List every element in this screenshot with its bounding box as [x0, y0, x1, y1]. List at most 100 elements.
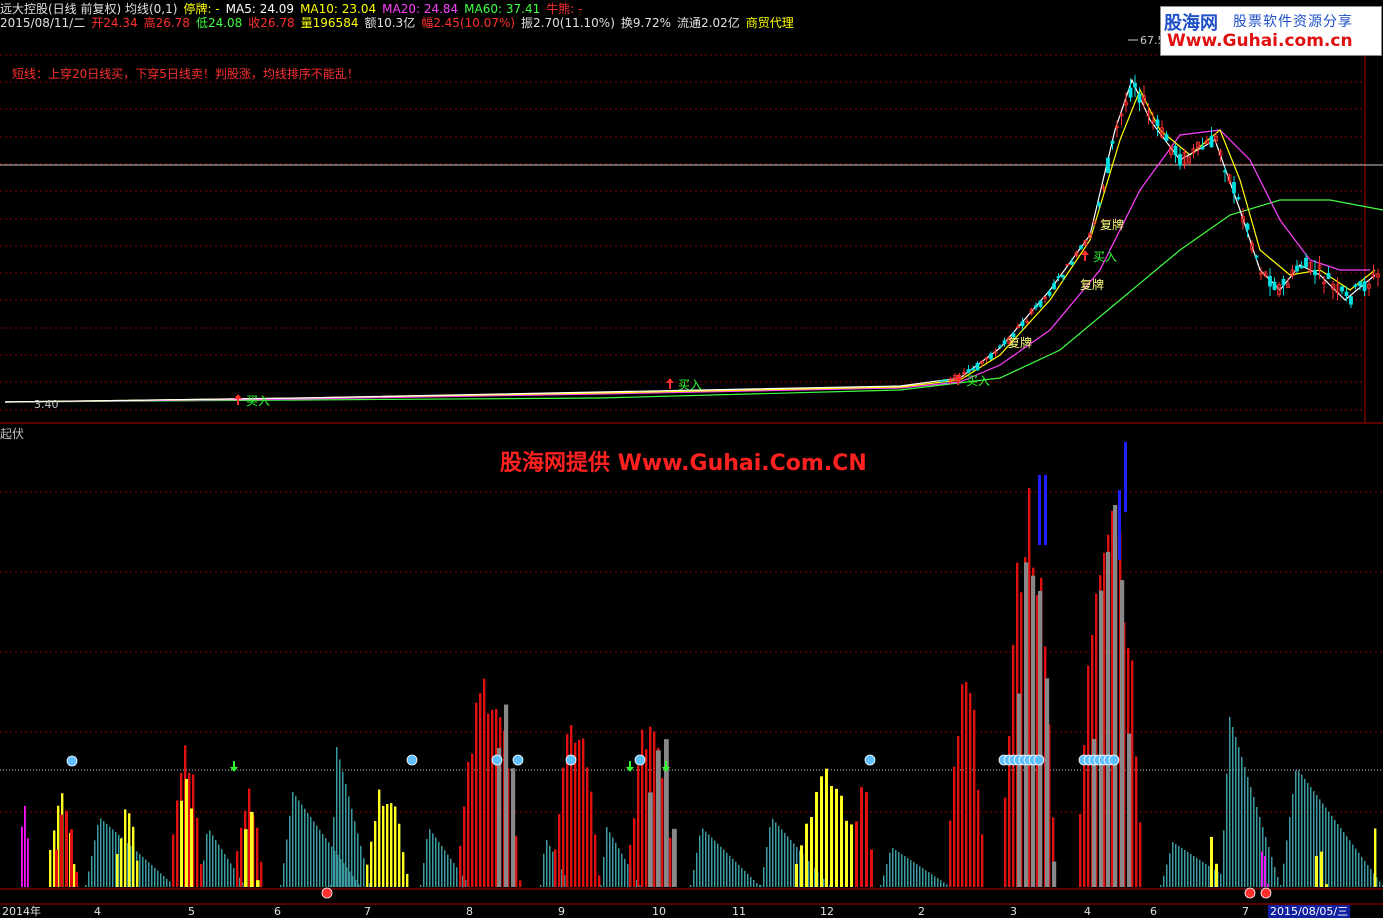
oscillator-bar	[402, 852, 405, 887]
candle-body	[1236, 197, 1241, 200]
line2-item: 开24.34	[91, 16, 138, 30]
oscillator-bar-dim	[880, 885, 882, 887]
oscillator-bar-dim	[1187, 851, 1189, 887]
oscillator-bar	[124, 809, 127, 887]
candle-body	[975, 362, 980, 371]
oscillator-bar-dim	[151, 865, 153, 887]
candle-body	[939, 380, 944, 382]
candle-body	[1304, 257, 1308, 268]
candle-body	[1173, 145, 1178, 156]
oscillator-bar-dim	[283, 863, 285, 887]
oscillator-bar	[1083, 745, 1086, 887]
oscillator-bar	[487, 713, 490, 887]
oscillator-bar	[382, 805, 385, 887]
oscillator-bar-dim	[1208, 865, 1210, 887]
oscillator-bar-dim	[1238, 747, 1240, 887]
candle-body	[1052, 283, 1056, 290]
oscillator-bar	[176, 800, 179, 887]
oscillator-bar-dim	[1202, 861, 1204, 887]
oscillator-bar-dim	[85, 885, 87, 887]
oscillator-bar-dim	[931, 874, 933, 887]
oscillator-bar-dim	[603, 857, 605, 887]
oscillator-bar-dim	[1256, 807, 1258, 887]
oscillator-bar	[515, 836, 518, 887]
signal-ball-icon	[66, 755, 78, 767]
x-axis-label: 9	[558, 905, 565, 918]
oscillator-bar-dim	[696, 852, 698, 887]
oscillator-bar-dim	[163, 876, 165, 887]
oscillator-bar-dim	[690, 885, 692, 887]
oscillator-bar-dim	[345, 784, 347, 887]
oscillator-peak-bar	[1124, 442, 1127, 512]
oscillator-bar	[120, 838, 123, 887]
ma5-line	[4, 78, 1376, 403]
line1-item: 停牌: -	[183, 2, 220, 16]
oscillator-bar	[128, 813, 131, 887]
oscillator-bar-dim	[922, 868, 924, 887]
site-logo[interactable]: 股海网 股票软件资源分享 Www.Guhai.com.cn	[1160, 6, 1382, 56]
oscillator-bar-dim	[1292, 793, 1294, 887]
candle-body	[998, 345, 1002, 348]
oscillator-bar	[850, 824, 853, 887]
oscillator-bar-dim	[910, 860, 912, 887]
oscillator-bar-dim	[298, 800, 300, 887]
oscillator-bar	[260, 861, 263, 887]
oscillator-bar-dim	[450, 858, 452, 887]
oscillator-bar	[374, 820, 377, 887]
oscillator-bar-dim	[91, 855, 93, 887]
oscillator-bar	[645, 749, 648, 887]
oscillator-bar	[558, 814, 561, 887]
oscillator-bar-dim	[94, 840, 96, 887]
oscillator-bar-dim	[1361, 856, 1363, 887]
oscillator-bar-dim	[543, 853, 545, 887]
oscillator-bar	[830, 786, 833, 887]
oscillator-bar-dim	[103, 821, 105, 887]
oscillator-bar-dim	[139, 854, 141, 887]
oscillator-bar-dim	[1160, 885, 1162, 887]
oscillator-bar-dim	[934, 876, 936, 887]
oscillator-bar	[1045, 678, 1050, 887]
oscillator-bar-dim	[280, 885, 282, 887]
candle-body	[1002, 340, 1007, 345]
oscillator-bar-dim	[106, 823, 108, 887]
oscillator-bar	[24, 805, 26, 887]
resume-signal-label: 复牌	[1100, 218, 1124, 232]
oscillator-bar	[578, 739, 581, 887]
oscillator-bar-dim	[154, 867, 156, 887]
oscillator-bar	[1004, 797, 1007, 887]
oscillator-bar-dim	[784, 832, 786, 887]
oscillator-bar-dim	[1205, 863, 1207, 887]
candle-body	[1178, 154, 1182, 166]
x-axis-label: 10	[652, 905, 666, 918]
oscillator-bar	[256, 827, 259, 887]
oscillator-bar	[1325, 884, 1328, 887]
oscillator-bar-dim	[1175, 843, 1177, 887]
oscillator-bar	[870, 849, 873, 887]
oscillator-bar	[1120, 580, 1125, 887]
line2-item: 高26.78	[143, 16, 190, 30]
oscillator-bar-dim	[432, 833, 434, 887]
oscillator-bar	[1374, 828, 1377, 887]
oscillator-bar-dim	[1343, 832, 1345, 887]
oscillator-bar	[1210, 836, 1213, 887]
oscillator-bar	[65, 810, 68, 887]
candle-body	[1137, 93, 1142, 103]
oscillator-bar	[483, 678, 486, 887]
oscillator-bar-dim	[549, 845, 551, 887]
oscillator-bar-dim	[609, 832, 611, 887]
candle-body	[1223, 170, 1227, 173]
oscillator-bar-dim	[772, 818, 774, 887]
candle-body	[1281, 279, 1286, 286]
oscillator-bar-dim	[336, 747, 338, 887]
line2-item: 收26.78	[248, 16, 295, 30]
x-axis-label: 11	[732, 905, 746, 918]
x-axis-label: 2014年	[2, 905, 41, 918]
oscillator-bar	[196, 817, 199, 887]
oscillator-bar	[463, 806, 466, 887]
x-axis-label: 7	[1242, 905, 1249, 918]
oscillator-bar-dim	[1259, 817, 1261, 887]
oscillator-bar	[471, 753, 474, 887]
oscillator-bar-dim	[753, 879, 755, 887]
candle-body	[1313, 270, 1317, 276]
oscillator-bar	[633, 818, 636, 887]
